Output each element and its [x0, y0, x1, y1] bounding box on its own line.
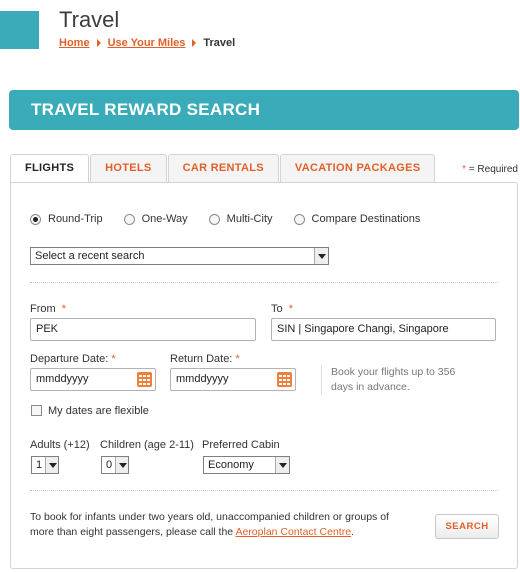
trip-type-round-trip[interactable]: Round-Trip — [30, 213, 103, 225]
to-field[interactable]: SIN | Singapore Changi, Singapore — [271, 318, 496, 341]
radio-button[interactable] — [293, 213, 305, 225]
trip-type-compare-destinations[interactable]: Compare Destinations — [293, 213, 421, 225]
breadcrumb-current: Travel — [203, 37, 236, 49]
infant-booking-note-end: . — [351, 526, 354, 538]
aeroplan-contact-link[interactable]: Aeroplan Contact Centre — [235, 526, 351, 538]
breadcrumb-home-link[interactable]: Home — [59, 37, 90, 49]
return-date-field[interactable]: mmddyyyy — [170, 368, 296, 391]
trip-type-group: Round-Trip One-Way Multi-City Compare De… — [30, 213, 441, 225]
search-tabs: FLIGHTS HOTELS CAR RENTALS VACATION PACK… — [10, 154, 436, 184]
required-note: * = Required — [462, 164, 518, 175]
required-note-text: = Required — [466, 164, 518, 175]
page-title: Travel — [59, 7, 120, 32]
section-divider — [30, 282, 498, 283]
recent-search-value: Select a recent search — [35, 250, 145, 262]
adults-label: Adults (+12) — [30, 439, 90, 451]
required-marker: * — [61, 303, 67, 315]
section-divider — [30, 490, 498, 491]
required-marker: * — [111, 353, 116, 365]
tab-flights[interactable]: FLIGHTS — [10, 154, 90, 184]
to-label: To * — [271, 303, 293, 315]
departure-date-value: mmddyyyy — [36, 373, 89, 385]
from-label-text: From — [30, 303, 56, 315]
dropdown-arrow-icon[interactable] — [115, 457, 128, 473]
tab-hotels[interactable]: HOTELS — [90, 154, 167, 183]
trip-type-label: Compare Destinations — [311, 213, 421, 225]
cabin-select[interactable]: Economy — [203, 456, 290, 474]
flexible-dates-checkbox[interactable] — [31, 405, 42, 416]
from-field[interactable]: PEK — [30, 318, 256, 341]
trip-type-label: Multi-City — [226, 213, 273, 225]
cabin-value: Economy — [208, 459, 254, 471]
calendar-icon[interactable] — [137, 372, 152, 387]
breadcrumb-arrow-icon — [192, 39, 197, 47]
required-marker: * — [235, 353, 240, 365]
breadcrumb: Home Use Your Miles Travel — [59, 37, 235, 49]
trip-type-multi-city[interactable]: Multi-City — [208, 213, 273, 225]
radio-button[interactable] — [123, 213, 135, 225]
dropdown-arrow-icon[interactable] — [275, 457, 289, 473]
search-button[interactable]: SEARCH — [435, 514, 499, 539]
return-date-value: mmddyyyy — [176, 373, 229, 385]
trip-type-one-way[interactable]: One-Way — [123, 213, 188, 225]
flexible-dates-label: My dates are flexible — [48, 405, 149, 417]
children-value: 0 — [106, 459, 113, 471]
breadcrumb-use-miles-link[interactable]: Use Your Miles — [108, 37, 186, 49]
return-date-label: Return Date: * — [170, 353, 240, 365]
required-marker: * — [288, 303, 294, 315]
adults-select[interactable]: 1 — [31, 456, 59, 474]
return-date-label-text: Return Date: — [170, 353, 233, 365]
calendar-icon[interactable] — [277, 372, 292, 387]
radio-button[interactable] — [208, 213, 220, 225]
departure-date-label-text: Departure Date: — [30, 353, 109, 365]
children-select[interactable]: 0 — [101, 456, 129, 474]
trip-type-label: Round-Trip — [48, 213, 103, 225]
from-label: From * — [30, 303, 66, 315]
departure-date-label: Departure Date: * — [30, 353, 116, 365]
trip-type-label: One-Way — [141, 213, 188, 225]
radio-button-checked[interactable] — [30, 213, 41, 225]
tab-vacation-packages[interactable]: VACATION PACKAGES — [279, 154, 436, 183]
adults-value: 1 — [36, 459, 43, 471]
flight-search-panel: Round-Trip One-Way Multi-City Compare De… — [10, 182, 518, 569]
header-accent-block — [0, 11, 39, 49]
dropdown-arrow-icon[interactable] — [314, 248, 328, 264]
to-label-text: To — [271, 303, 283, 315]
advance-booking-note: Book your flights up to 356 days in adva… — [321, 365, 461, 395]
children-label: Children (age 2-11) — [100, 439, 194, 451]
cabin-label: Preferred Cabin — [202, 439, 280, 451]
infant-booking-note: To book for infants under two years old,… — [30, 510, 410, 540]
dropdown-arrow-icon[interactable] — [45, 457, 58, 473]
departure-date-field[interactable]: mmddyyyy — [30, 368, 156, 391]
breadcrumb-arrow-icon — [96, 39, 101, 47]
recent-search-select[interactable]: Select a recent search — [30, 247, 329, 265]
search-banner: TRAVEL REWARD SEARCH — [9, 90, 519, 130]
tab-car-rentals[interactable]: CAR RENTALS — [167, 154, 279, 183]
